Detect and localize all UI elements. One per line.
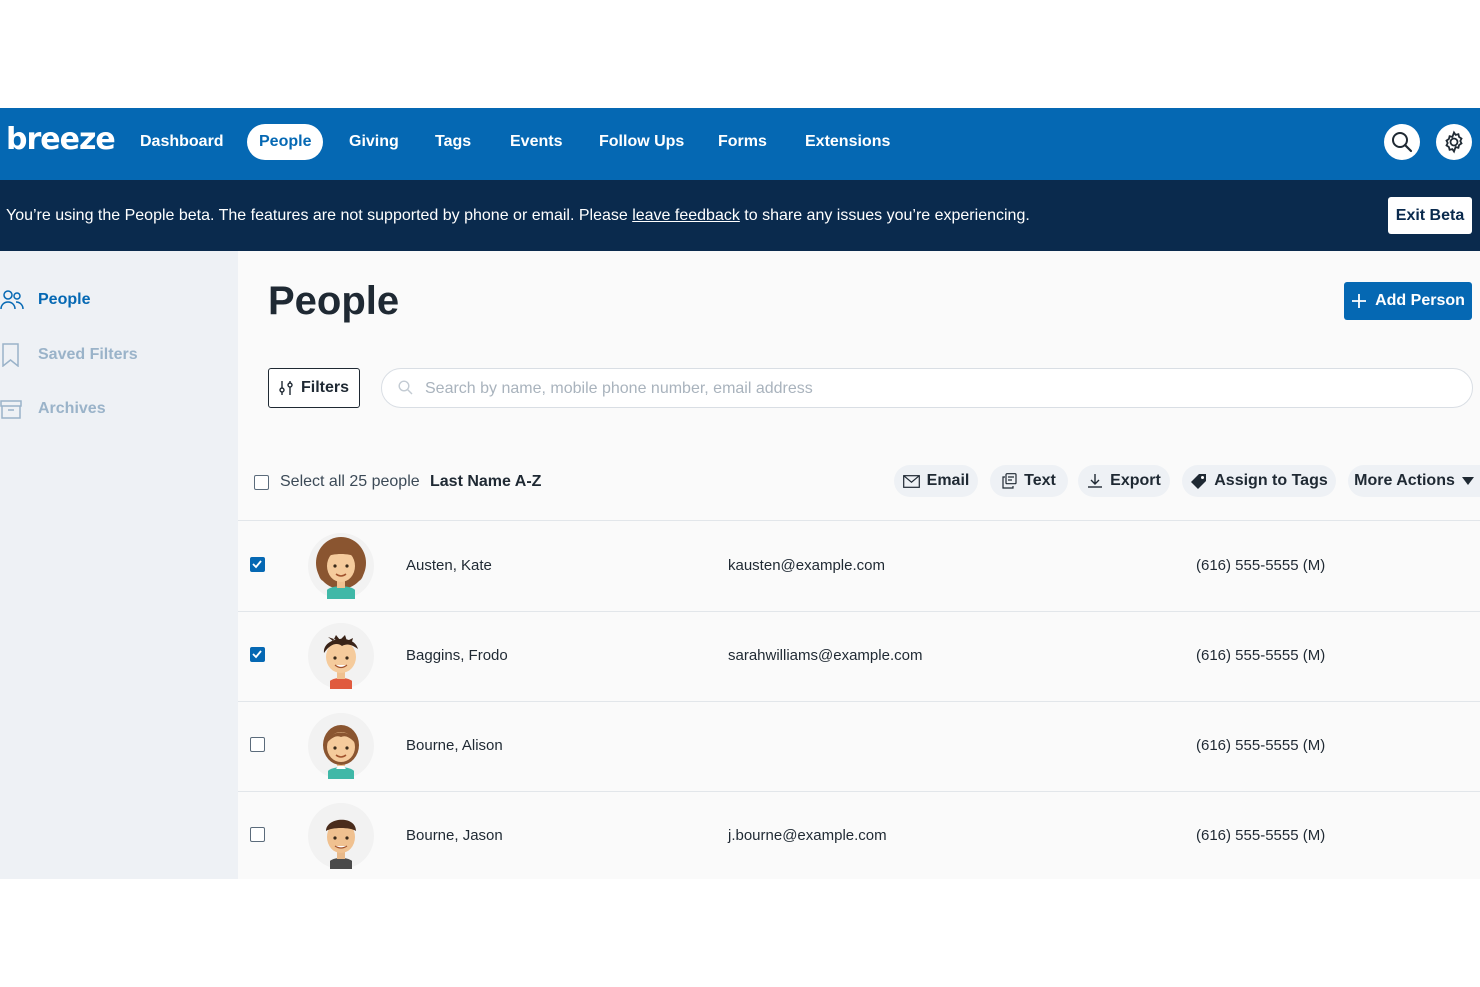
gear-icon xyxy=(1445,130,1463,154)
nav-people[interactable]: People xyxy=(247,124,324,160)
message-icon xyxy=(1002,473,1017,489)
caret-down-icon xyxy=(1461,477,1474,485)
person-phone: (616) 555-5555 (M) xyxy=(1196,557,1326,574)
banner-text-start: You’re using the People beta. The featur… xyxy=(6,207,633,224)
table-row[interactable]: Bourne, Jason j.bourne@example.com (616)… xyxy=(238,791,1480,879)
avatar xyxy=(308,803,374,869)
search-input[interactable] xyxy=(423,369,1457,409)
nav-follow-ups[interactable]: Follow Ups xyxy=(599,124,684,160)
sidebar-item-people[interactable]: People xyxy=(0,285,220,315)
nav-extensions[interactable]: Extensions xyxy=(805,124,890,160)
top-nav: breeze Dashboard People Giving Tags Even… xyxy=(0,108,1480,180)
leave-feedback-link[interactable]: leave feedback xyxy=(632,207,740,224)
nav-events[interactable]: Events xyxy=(510,124,562,160)
beta-banner-text: You’re using the People beta. The featur… xyxy=(6,180,1030,251)
nav-tags[interactable]: Tags xyxy=(435,124,471,160)
row-checkbox[interactable] xyxy=(250,737,265,752)
avatar xyxy=(308,713,374,779)
check-icon xyxy=(252,650,262,659)
tag-icon xyxy=(1191,473,1207,489)
download-icon xyxy=(1088,474,1103,488)
breeze-logo[interactable]: breeze xyxy=(6,122,116,157)
person-name[interactable]: Bourne, Alison xyxy=(406,701,503,791)
email-label: Email xyxy=(926,472,970,489)
assign-to-tags-button[interactable]: Assign to Tags xyxy=(1182,465,1336,497)
email-button[interactable]: Email xyxy=(894,465,978,497)
plus-icon xyxy=(1352,294,1367,308)
search-button[interactable] xyxy=(1384,124,1420,160)
nav-giving[interactable]: Giving xyxy=(349,124,399,160)
sidebar-item-archives[interactable]: Archives xyxy=(0,394,220,424)
search-field[interactable] xyxy=(381,368,1473,409)
avatar xyxy=(308,623,374,689)
person-name[interactable]: Austen, Kate xyxy=(406,521,492,611)
assign-to-tags-label: Assign to Tags xyxy=(1214,472,1328,489)
sidebar-item-saved-filters[interactable]: Saved Filters xyxy=(0,340,220,370)
beta-banner: You’re using the People beta. The featur… xyxy=(0,180,1480,251)
sidebar-item-label: People xyxy=(38,291,91,308)
export-label: Export xyxy=(1110,472,1161,489)
person-phone: (616) 555-5555 (M) xyxy=(1196,827,1326,844)
sidebar: People Saved Filters Archives xyxy=(0,251,238,879)
row-checkbox[interactable] xyxy=(250,557,265,572)
person-email: j.bourne@example.com xyxy=(728,827,887,844)
nav-dashboard[interactable]: Dashboard xyxy=(140,124,224,160)
add-person-button[interactable]: Add Person xyxy=(1344,282,1472,320)
text-label: Text xyxy=(1024,472,1056,489)
select-all-label: Select all 25 people xyxy=(280,473,420,490)
sort-dropdown[interactable]: Last Name A-Z xyxy=(430,473,541,491)
page-title: People xyxy=(268,279,400,323)
table-row[interactable]: Austen, Kate kausten@example.com (616) 5… xyxy=(238,521,1480,611)
sidebar-item-label: Saved Filters xyxy=(38,346,138,363)
main-content: People Add Person Filters Search by name… xyxy=(238,251,1480,879)
export-button[interactable]: Export xyxy=(1078,465,1170,497)
envelope-icon xyxy=(902,474,920,488)
row-checkbox[interactable] xyxy=(250,647,265,662)
add-person-label: Add Person xyxy=(1375,292,1465,309)
person-name[interactable]: Bourne, Jason xyxy=(406,791,503,879)
banner-text-end: to share any issues you’re experiencing. xyxy=(739,207,1030,224)
person-phone: (616) 555-5555 (M) xyxy=(1196,647,1326,664)
more-actions-label: More Actions xyxy=(1354,472,1455,489)
people-icon xyxy=(0,290,24,310)
person-email: kausten@example.com xyxy=(728,557,885,574)
bookmark-icon xyxy=(2,343,19,367)
app-window: breeze Dashboard People Giving Tags Even… xyxy=(0,108,1480,879)
settings-button[interactable] xyxy=(1436,124,1472,160)
row-checkbox[interactable] xyxy=(250,827,265,842)
search-icon xyxy=(398,380,413,395)
sliders-icon xyxy=(279,381,293,395)
more-actions-button[interactable]: More Actions xyxy=(1348,465,1480,497)
filters-label: Filters xyxy=(300,379,349,396)
select-all-checkbox[interactable] xyxy=(254,475,269,490)
archive-icon xyxy=(0,400,22,419)
avatar xyxy=(308,533,374,599)
filters-button[interactable]: Filters xyxy=(268,368,360,408)
person-phone: (616) 555-5555 (M) xyxy=(1196,737,1326,754)
nav-forms[interactable]: Forms xyxy=(718,124,767,160)
sidebar-item-label: Archives xyxy=(38,400,106,417)
search-icon xyxy=(1392,132,1413,153)
check-icon xyxy=(252,560,262,569)
person-name[interactable]: Baggins, Frodo xyxy=(406,611,508,701)
table-row[interactable]: Baggins, Frodo sarahwilliams@example.com… xyxy=(238,611,1480,701)
exit-beta-button[interactable]: Exit Beta xyxy=(1388,197,1472,234)
text-button[interactable]: Text xyxy=(990,465,1068,497)
table-row[interactable]: Bourne, Alison (616) 555-5555 (M) xyxy=(238,701,1480,791)
person-email: sarahwilliams@example.com xyxy=(728,647,923,664)
